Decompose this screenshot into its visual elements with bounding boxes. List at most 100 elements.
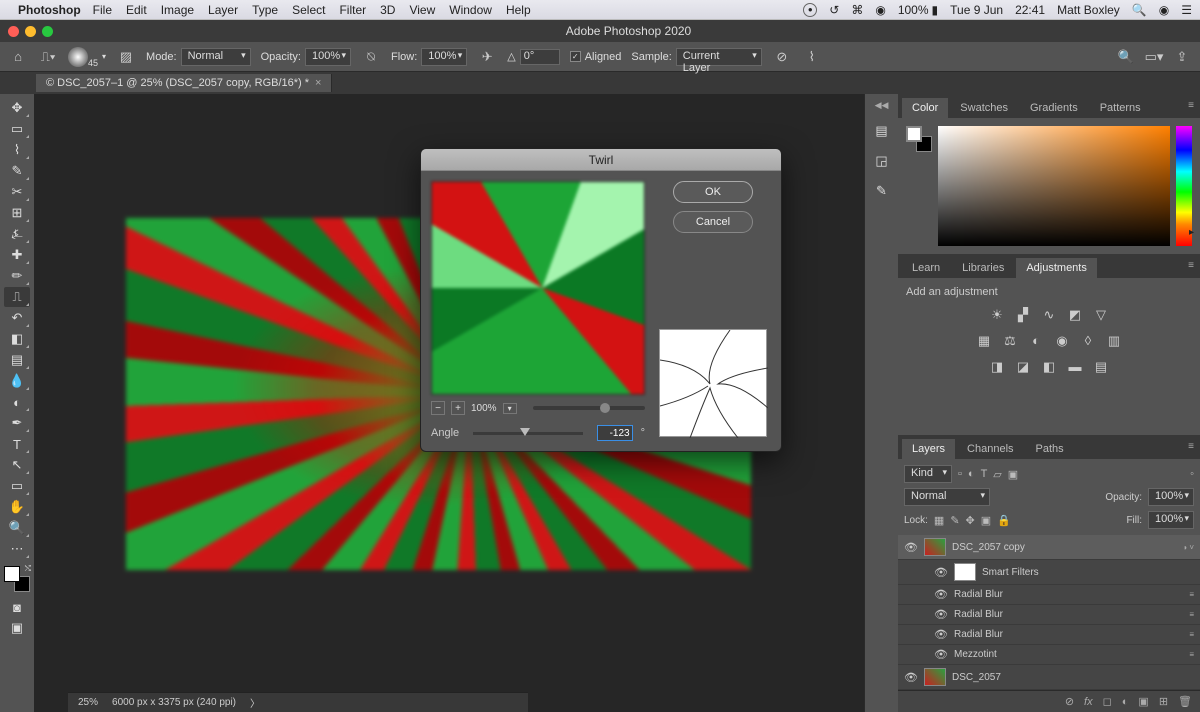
battery-status[interactable]: 100% ▮: [898, 3, 938, 17]
pen-tool[interactable]: ✒: [4, 413, 30, 433]
lock-all-icon[interactable]: 🔒: [997, 514, 1011, 527]
zoom-tool[interactable]: 🔍: [4, 518, 30, 538]
window-minimize-button[interactable]: [25, 26, 36, 37]
filter-type-icon[interactable]: T: [981, 468, 988, 480]
document-tab[interactable]: © DSC_2057–1 @ 25% (DSC_2057 copy, RGB/1…: [36, 74, 332, 92]
menu-file[interactable]: File: [93, 3, 112, 17]
layer-row[interactable]: 👁Radial Blur≡: [898, 605, 1200, 625]
new-group-icon[interactable]: ▣: [1138, 695, 1148, 708]
adj-bw-icon[interactable]: ◐: [1027, 332, 1045, 350]
siri-icon[interactable]: ◉: [1159, 3, 1169, 17]
link-layers-icon[interactable]: ⊘: [1065, 695, 1074, 708]
flow-select[interactable]: 100%: [421, 48, 467, 66]
tab-adjustments[interactable]: Adjustments: [1016, 258, 1097, 278]
tool-preset-icon[interactable]: ⎍▾: [38, 47, 58, 67]
visibility-icon[interactable]: 👁: [904, 541, 918, 554]
eraser-tool[interactable]: ◧: [4, 329, 30, 349]
ignore-adj-icon[interactable]: ⊘: [772, 47, 792, 67]
history-brush-tool[interactable]: ↶: [4, 308, 30, 328]
angle-slider[interactable]: [473, 432, 582, 435]
opacity-select[interactable]: 100%: [305, 48, 351, 66]
adj-photofilter-icon[interactable]: ◉: [1053, 332, 1071, 350]
filter-options-icon[interactable]: ≡: [1189, 590, 1194, 599]
edit-toolbar[interactable]: ⋯: [4, 539, 30, 559]
tab-libraries[interactable]: Libraries: [952, 258, 1014, 278]
filter-toggle-icon[interactable]: ◦: [1190, 468, 1194, 480]
swap-colors-icon[interactable]: ⤭: [25, 564, 31, 574]
shape-tool[interactable]: ▭: [4, 476, 30, 496]
layer-row[interactable]: 👁DSC_2057 copy◑ ˅: [898, 535, 1200, 560]
type-tool[interactable]: T: [4, 434, 30, 454]
visibility-icon[interactable]: 👁: [904, 671, 918, 684]
menu-help[interactable]: Help: [506, 3, 531, 17]
blend-mode-select[interactable]: Normal: [904, 488, 990, 506]
quickmask-button[interactable]: ◙: [4, 597, 30, 617]
filter-options-icon[interactable]: ≡: [1189, 610, 1194, 619]
brushes-panel-icon[interactable]: ✎: [869, 181, 895, 201]
filter-smart-icon[interactable]: ▣: [1008, 468, 1018, 481]
adjustments-panel-menu-icon[interactable]: ≡: [1188, 260, 1194, 271]
layer-filter-kind[interactable]: Kind: [904, 465, 952, 483]
new-adjustment-icon[interactable]: ◐: [1122, 696, 1129, 708]
filter-options-icon[interactable]: ≡: [1189, 650, 1194, 659]
zoom-in-button[interactable]: +: [451, 401, 465, 415]
menu-select[interactable]: Select: [292, 3, 325, 17]
home-icon[interactable]: ⌂: [8, 47, 28, 67]
filter-adjust-icon[interactable]: ◐: [968, 468, 975, 480]
layer-row[interactable]: 👁Mezzotint≡: [898, 645, 1200, 665]
workspace-icon[interactable]: ▭▾: [1144, 47, 1164, 67]
brush-settings-icon[interactable]: ▨: [116, 47, 136, 67]
lasso-tool[interactable]: ⌇: [4, 140, 30, 160]
zoom-dropdown-icon[interactable]: ▾: [503, 403, 517, 414]
app-name[interactable]: Photoshop: [18, 3, 81, 17]
crop-tool[interactable]: ✂: [4, 182, 30, 202]
color-fgbg-swatch[interactable]: [906, 126, 932, 152]
tab-color[interactable]: Color: [902, 98, 948, 118]
layer-row[interactable]: 👁Smart Filters: [898, 560, 1200, 585]
status-chevron-icon[interactable]: 〉: [250, 695, 260, 710]
filter-pixel-icon[interactable]: ▫: [958, 468, 962, 480]
layers-panel-menu-icon[interactable]: ≡: [1188, 441, 1194, 452]
brush-preset[interactable]: 45 ▾: [68, 46, 106, 68]
spotlight-icon[interactable]: 🔍: [1132, 3, 1147, 17]
layer-mask-icon[interactable]: ◻: [1103, 695, 1112, 708]
menubar-date[interactable]: Tue 9 Jun: [950, 3, 1003, 17]
status-zoom[interactable]: 25%: [78, 697, 98, 708]
layer-opacity-select[interactable]: 100%: [1148, 488, 1194, 506]
tab-patterns[interactable]: Patterns: [1090, 98, 1151, 118]
window-close-button[interactable]: [8, 26, 19, 37]
visibility-icon[interactable]: 👁: [934, 628, 948, 641]
menu-type[interactable]: Type: [252, 3, 278, 17]
layer-row[interactable]: 👁Radial Blur≡: [898, 625, 1200, 645]
search-icon[interactable]: 🔍: [1116, 47, 1136, 67]
fill-select[interactable]: 100%: [1148, 511, 1194, 529]
layer-row[interactable]: 👁DSC_2057: [898, 665, 1200, 690]
smartobj-icon[interactable]: ◑ ˅: [1182, 543, 1194, 552]
history-panel-icon[interactable]: ▤: [869, 121, 895, 141]
adj-colorlookup-icon[interactable]: ▥: [1105, 332, 1123, 350]
delete-layer-icon[interactable]: 🗑: [1178, 695, 1192, 708]
hue-slider[interactable]: [1176, 126, 1192, 246]
frame-tool[interactable]: ⊞: [4, 203, 30, 223]
menu-layer[interactable]: Layer: [208, 3, 238, 17]
visibility-icon[interactable]: 👁: [934, 608, 948, 621]
ok-button[interactable]: OK: [673, 181, 753, 203]
layer-fx-icon[interactable]: fx: [1084, 696, 1093, 708]
path-select-tool[interactable]: ↖: [4, 455, 30, 475]
filter-preview[interactable]: [431, 181, 645, 395]
menu-view[interactable]: View: [409, 3, 435, 17]
fg-color-swatch[interactable]: [906, 126, 922, 142]
tab-layers[interactable]: Layers: [902, 439, 955, 459]
adj-selectivecolor-icon[interactable]: ▤: [1092, 358, 1110, 376]
adj-gradientmap-icon[interactable]: ▬: [1066, 358, 1084, 376]
screenmode-button[interactable]: ▣: [4, 618, 30, 638]
adj-colorbalance-icon[interactable]: ⚖: [1001, 332, 1019, 350]
eyedropper-tool[interactable]: ⍼: [4, 224, 30, 244]
menu-filter[interactable]: Filter: [339, 3, 366, 17]
tab-paths[interactable]: Paths: [1026, 439, 1074, 459]
brush-tool[interactable]: ✏: [4, 266, 30, 286]
dodge-tool[interactable]: ◐: [4, 392, 30, 412]
blur-tool[interactable]: 💧: [4, 371, 30, 391]
notification-center-icon[interactable]: ☰: [1181, 3, 1192, 17]
bluetooth-icon[interactable]: ⌘: [851, 3, 863, 17]
